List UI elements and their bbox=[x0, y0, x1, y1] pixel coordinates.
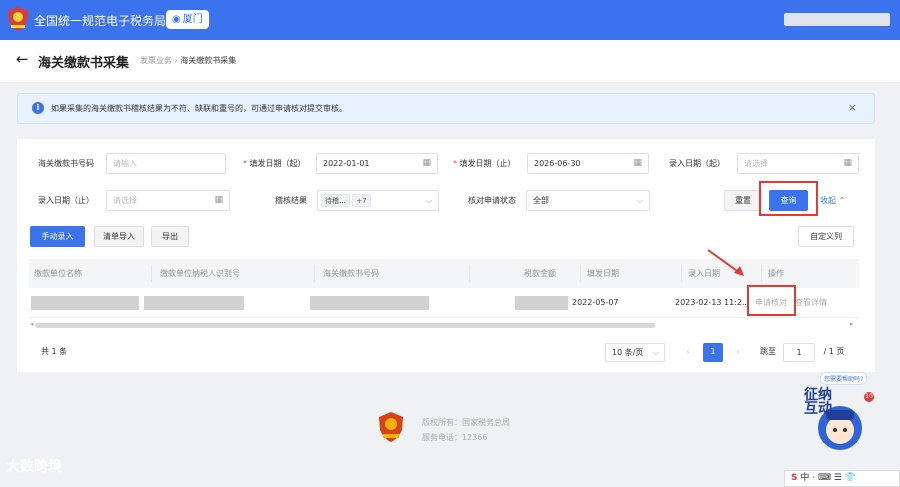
city-selector[interactable]: ◉ 厦门 bbox=[166, 10, 209, 29]
manual-entry-button[interactable]: 手动录入 bbox=[30, 226, 85, 247]
column-header: 缴款单位纳税人识别号 bbox=[160, 269, 240, 278]
doc-number-input[interactable]: 请输入 bbox=[106, 153, 226, 174]
audit-result-label: 稽核结果 bbox=[275, 196, 307, 205]
copyright-text: 版权所有：国家税务总局 bbox=[422, 418, 510, 427]
header-bar: ← 海关缴款书采集 发票业务 › 海关缴款书采集 bbox=[0, 40, 900, 82]
filter-tag: 待稽... bbox=[321, 194, 350, 207]
import-list-button[interactable]: 清单导入 bbox=[94, 226, 144, 247]
scroll-right-icon[interactable]: ▸ bbox=[850, 320, 854, 328]
goto-label: 跳至 bbox=[760, 347, 776, 356]
entry-date-end-label: 录入日期（止） bbox=[38, 196, 94, 205]
fill-date-start-input[interactable]: 2022-01-01 ▦ bbox=[316, 153, 438, 174]
next-page-icon[interactable]: › bbox=[731, 343, 745, 362]
column-header: 填发日期 bbox=[587, 269, 619, 278]
highlight-box bbox=[747, 285, 796, 316]
calendar-icon: ▦ bbox=[422, 158, 431, 168]
annotation-arrow bbox=[707, 249, 744, 276]
reset-button[interactable]: 重置 bbox=[724, 190, 762, 211]
goto-page-input[interactable]: 1 bbox=[783, 343, 815, 362]
entry-date-start-input[interactable]: 请选择 ▦ bbox=[737, 153, 859, 174]
calendar-icon: ▦ bbox=[214, 195, 223, 205]
location-icon: ◉ bbox=[172, 14, 181, 25]
watermark: 大数跨境 bbox=[6, 459, 62, 475]
column-header: 海关缴款书号码 bbox=[323, 269, 379, 278]
chevron-down-icon: ⌵ bbox=[652, 348, 659, 357]
breadcrumb-item[interactable]: 发票业务 bbox=[140, 56, 172, 65]
page-title: 海关缴款书采集 bbox=[38, 56, 130, 71]
ime-logo-icon: S bbox=[791, 473, 798, 483]
app-title: 全国统一规范电子税务局 bbox=[34, 14, 167, 28]
alert-text: 如果采集的海关缴款书稽核结果为不符、缺联和重号的，可通过申请核对提交审核。 bbox=[51, 104, 347, 113]
custom-columns-button[interactable]: 自定义列 bbox=[798, 226, 854, 247]
calendar-icon: ▦ bbox=[843, 158, 852, 168]
tax-emblem-logo bbox=[379, 412, 403, 442]
page-size-select[interactable]: 10 条/页 ⌵ bbox=[605, 343, 665, 362]
horizontal-scrollbar[interactable] bbox=[35, 323, 655, 328]
table-row: 2022-05-07 2023-02-13 11:2... 申请核对 查看详情 bbox=[29, 288, 859, 318]
chatbot-assistant[interactable]: 您需要帮助吗? 征纳互动 10 bbox=[790, 372, 874, 458]
redacted-cell bbox=[515, 296, 568, 310]
chevron-down-icon: ⌵ bbox=[425, 196, 432, 205]
redacted-cell bbox=[31, 296, 139, 310]
close-icon[interactable]: × bbox=[848, 101, 857, 114]
fill-date-end-input[interactable]: 2026-06-30 ▦ bbox=[527, 153, 649, 174]
top-bar: 全国统一规范电子税务局 ◉ 厦门 bbox=[0, 0, 900, 40]
bot-label: 征纳互动 bbox=[804, 387, 832, 417]
column-header: 税款金额 bbox=[524, 269, 556, 278]
calendar-icon: ▦ bbox=[633, 158, 642, 168]
tax-emblem-icon bbox=[8, 7, 28, 31]
notification-badge: 10 bbox=[864, 392, 874, 402]
doc-number-label: 海关缴款书号码 bbox=[38, 159, 94, 168]
page-number[interactable]: 1 bbox=[703, 343, 723, 362]
breadcrumb: 发票业务 › 海关缴款书采集 bbox=[140, 56, 237, 65]
apply-status-label: 核对申请状态 bbox=[468, 196, 516, 205]
column-header: 操作 bbox=[768, 269, 784, 278]
audit-result-select[interactable]: 待稽... +7 ⌵ bbox=[317, 190, 439, 211]
apply-status-select[interactable]: 全部 ⌵ bbox=[526, 190, 650, 211]
info-alert: i 如果采集的海关缴款书稽核结果为不符、缺联和重号的，可通过申请核对提交审核。 … bbox=[17, 93, 875, 124]
total-pages: / 1 页 bbox=[823, 347, 845, 356]
ime-toolbar[interactable]: S 中 · ⌨ ☰ 👕 bbox=[784, 470, 900, 487]
view-detail-link[interactable]: 查看详情 bbox=[795, 288, 827, 318]
redacted-cell bbox=[144, 296, 244, 310]
redacted-cell bbox=[310, 296, 429, 310]
prev-page-icon[interactable]: ‹ bbox=[681, 343, 695, 362]
service-phone: 服务电话：12366 bbox=[422, 433, 488, 442]
entry-date-start-label: 录入日期（起） bbox=[669, 159, 725, 168]
breadcrumb-current: 海关缴款书采集 bbox=[180, 56, 237, 65]
back-arrow-icon[interactable]: ← bbox=[16, 50, 29, 68]
total-count: 共 1 条 bbox=[41, 347, 68, 356]
filter-tag-more: +7 bbox=[352, 194, 371, 207]
scroll-left-icon[interactable]: ◂ bbox=[30, 320, 34, 328]
column-header: 缴款单位名称 bbox=[34, 269, 82, 278]
export-button[interactable]: 导出 bbox=[151, 226, 189, 247]
fill-date-cell: 2022-05-07 bbox=[572, 298, 619, 307]
entry-date-end-input[interactable]: 请选择 ▦ bbox=[106, 190, 230, 211]
collapse-link[interactable]: 收起 ⌃ bbox=[820, 195, 845, 206]
info-icon: i bbox=[32, 102, 44, 114]
fill-date-start-label: * 填发日期（起） bbox=[243, 159, 306, 168]
user-account[interactable] bbox=[784, 13, 890, 26]
chevron-down-icon: ⌵ bbox=[636, 196, 643, 205]
fill-date-end-label: * 填发日期（止） bbox=[453, 159, 516, 168]
highlight-box bbox=[759, 181, 818, 216]
help-bubble[interactable]: 您需要帮助吗? bbox=[820, 372, 868, 385]
